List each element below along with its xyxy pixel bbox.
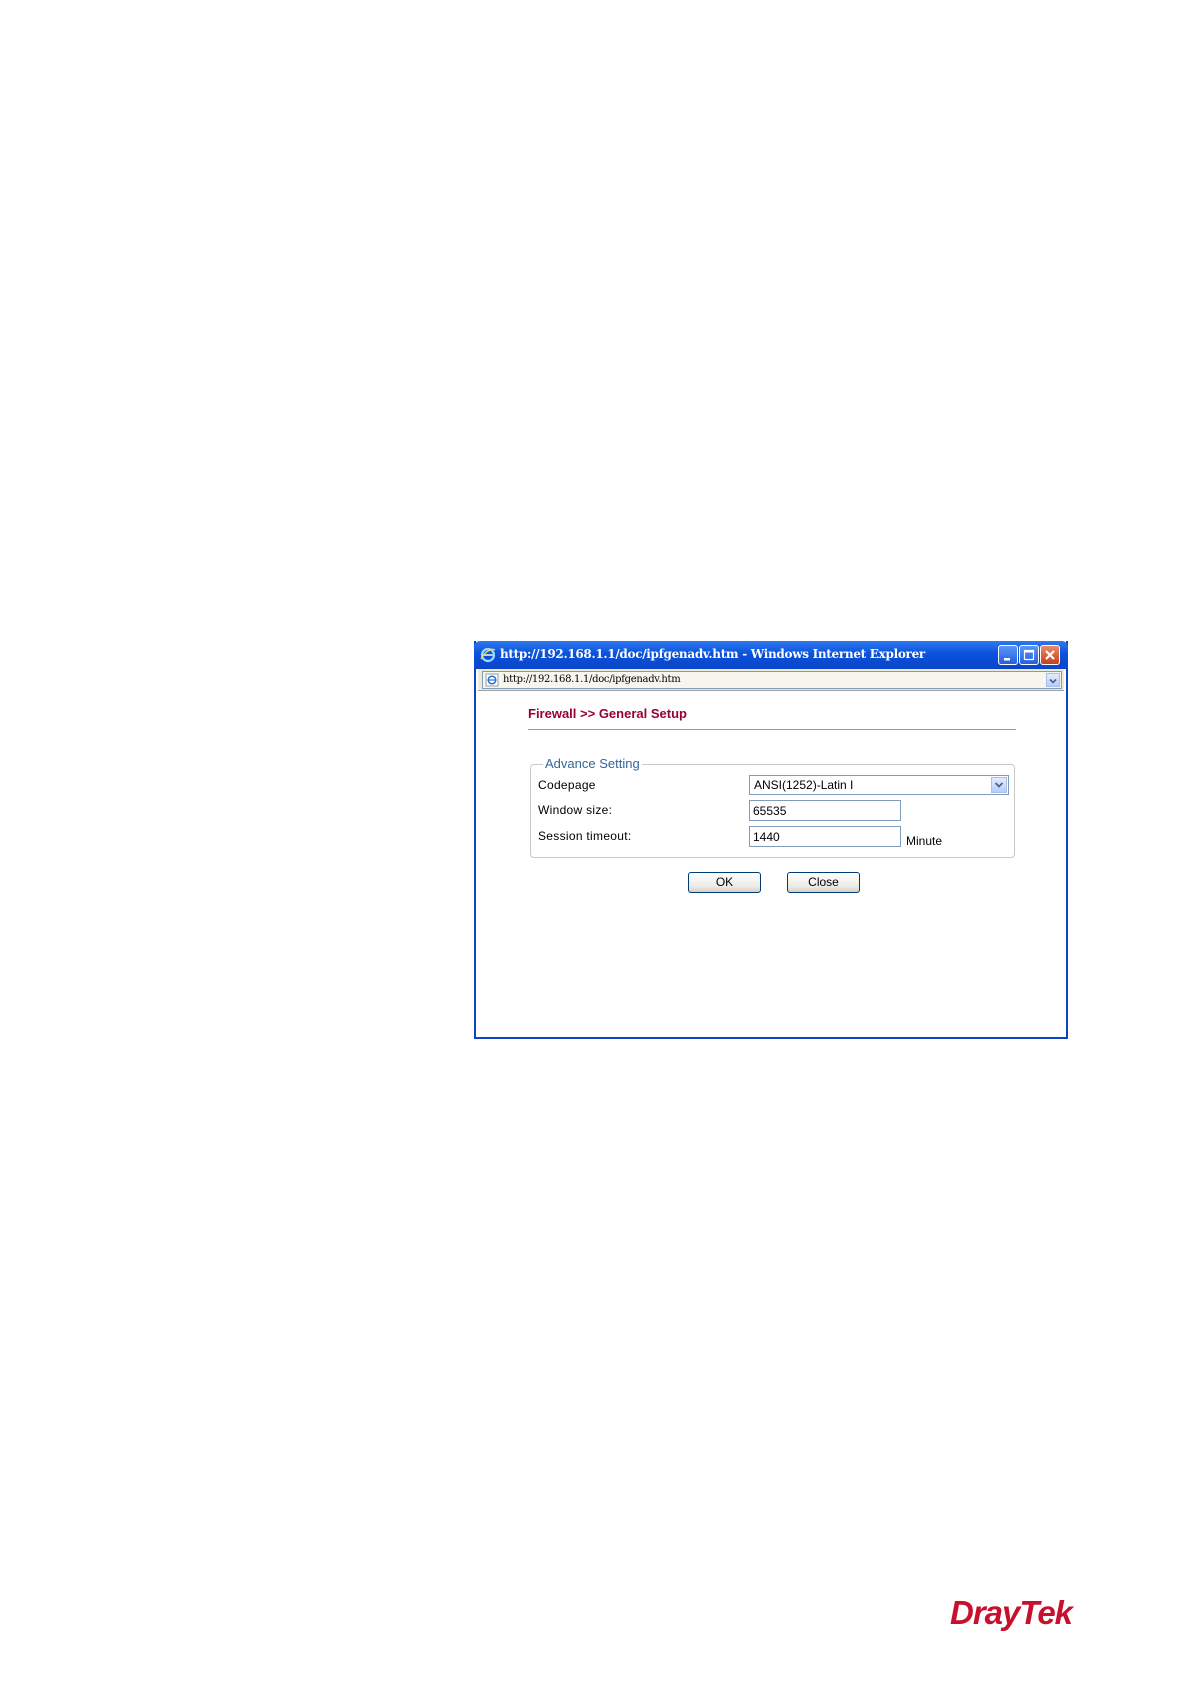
session-timeout-label: Session timeout:	[538, 829, 632, 843]
codepage-value: ANSI(1252)-Latin I	[754, 778, 854, 792]
ok-button[interactable]: OK	[688, 872, 761, 893]
maximize-button[interactable]	[1019, 645, 1039, 665]
internet-explorer-icon	[480, 647, 496, 663]
minimize-button[interactable]	[998, 645, 1018, 665]
session-timeout-input[interactable]	[749, 826, 901, 847]
chevron-down-icon[interactable]	[991, 777, 1007, 793]
close-button[interactable]: Close	[787, 872, 860, 893]
title-divider	[528, 729, 1016, 730]
group-legend: Advance Setting	[543, 756, 642, 771]
window-size-input[interactable]	[749, 800, 901, 821]
session-timeout-unit: Minute	[906, 834, 943, 848]
browser-window: http://192.168.1.1/doc/ipfgenadv.htm - W…	[474, 641, 1068, 1039]
page-content: Firewall >> General Setup Advance Settin…	[476, 691, 1066, 1037]
draytek-logo: DrayTek	[950, 1594, 1073, 1631]
window-title: http://192.168.1.1/doc/ipfgenadv.htm - W…	[500, 647, 925, 661]
address-bar: http://192.168.1.1/doc/ipfgenadv.htm	[478, 669, 1064, 691]
advance-setting-group: Advance Setting Codepage ANSI(1252)-Lati…	[530, 756, 1015, 858]
title-bar[interactable]: http://192.168.1.1/doc/ipfgenadv.htm - W…	[474, 641, 1068, 669]
address-url: http://192.168.1.1/doc/ipfgenadv.htm	[503, 674, 681, 685]
address-dropdown-button[interactable]	[1046, 673, 1060, 687]
window-size-label: Window size:	[538, 803, 613, 817]
address-field[interactable]: http://192.168.1.1/doc/ipfgenadv.htm	[482, 671, 1062, 689]
page-icon	[485, 673, 499, 687]
codepage-label: Codepage	[538, 778, 596, 792]
close-window-button[interactable]	[1040, 645, 1060, 665]
codepage-select[interactable]: ANSI(1252)-Latin I	[749, 775, 1009, 795]
page-title: Firewall >> General Setup	[528, 706, 687, 721]
